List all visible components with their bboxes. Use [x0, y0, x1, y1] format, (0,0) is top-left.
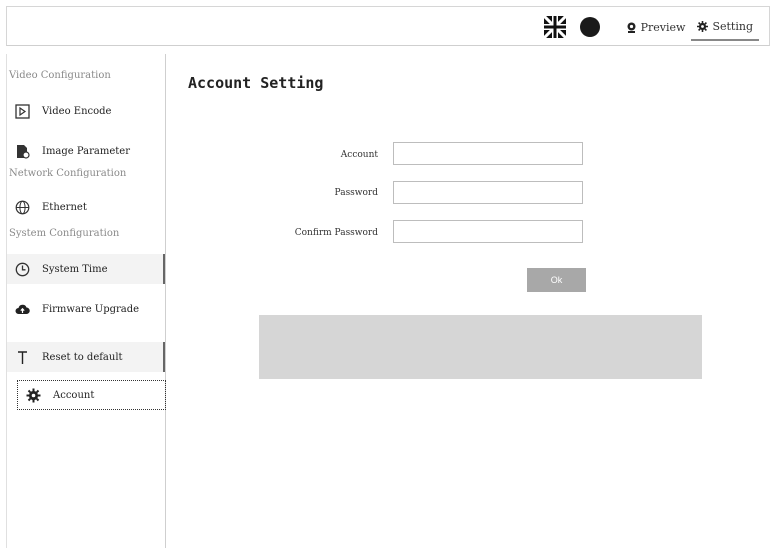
sidebar-item-label: Account [53, 389, 95, 401]
sidebar-item-video-encode[interactable]: Video Encode [7, 96, 165, 126]
ok-button[interactable]: Ok [527, 268, 586, 292]
cloud-upload-icon [15, 302, 30, 317]
sidebar-item-image-parameter[interactable]: Image Parameter [7, 136, 165, 166]
gear-icon [697, 20, 709, 32]
account-input[interactable] [393, 142, 583, 165]
camera-icon [626, 22, 637, 33]
page-title: Account Setting [188, 74, 324, 92]
account-label: Account [340, 150, 378, 160]
sidebar-item-reset-to-default[interactable]: Reset to default [7, 342, 165, 372]
sidebar-item-label: Video Encode [42, 105, 112, 117]
sidebar-item-label: Image Parameter [42, 145, 130, 157]
password-input[interactable] [393, 181, 583, 204]
confirm-password-label: Confirm Password [294, 228, 378, 238]
video-encode-icon [15, 103, 30, 119]
setting-label: Setting [712, 19, 753, 33]
confirm-password-input[interactable] [393, 220, 583, 243]
globe-dark-icon[interactable] [579, 17, 600, 37]
section-video-configuration: Video Configuration [9, 70, 111, 81]
globe-icon [15, 200, 30, 215]
sidebar-item-firmware-upgrade[interactable]: Firmware Upgrade [7, 294, 165, 324]
sidebar-item-label: Reset to default [42, 351, 123, 363]
gear-icon [26, 388, 41, 403]
setting-nav[interactable]: Setting [691, 13, 759, 41]
sidebar-item-label: Ethernet [42, 201, 87, 213]
top-icons: Preview Setting [543, 7, 759, 47]
preview-nav[interactable]: Preview [620, 14, 692, 40]
sidebar-item-label: Firmware Upgrade [42, 303, 140, 315]
password-label: Password [334, 188, 378, 198]
sidebar: Video Configuration Video Encode Image P… [6, 54, 166, 548]
section-network-configuration: Network Configuration [9, 168, 127, 179]
clock-icon [15, 262, 30, 277]
reset-icon [15, 350, 30, 365]
preview-label: Preview [640, 20, 686, 34]
sidebar-item-system-time[interactable]: System Time [7, 254, 165, 284]
message-box [259, 315, 702, 379]
sidebar-item-label: System Time [42, 263, 108, 275]
language-flag-icon[interactable] [543, 16, 566, 38]
sidebar-item-account[interactable]: Account [17, 380, 166, 410]
image-parameter-icon [15, 144, 30, 159]
sidebar-item-ethernet[interactable]: Ethernet [7, 192, 165, 222]
section-system-configuration: System Configuration [9, 228, 120, 239]
top-bar: Preview Setting [6, 6, 770, 46]
